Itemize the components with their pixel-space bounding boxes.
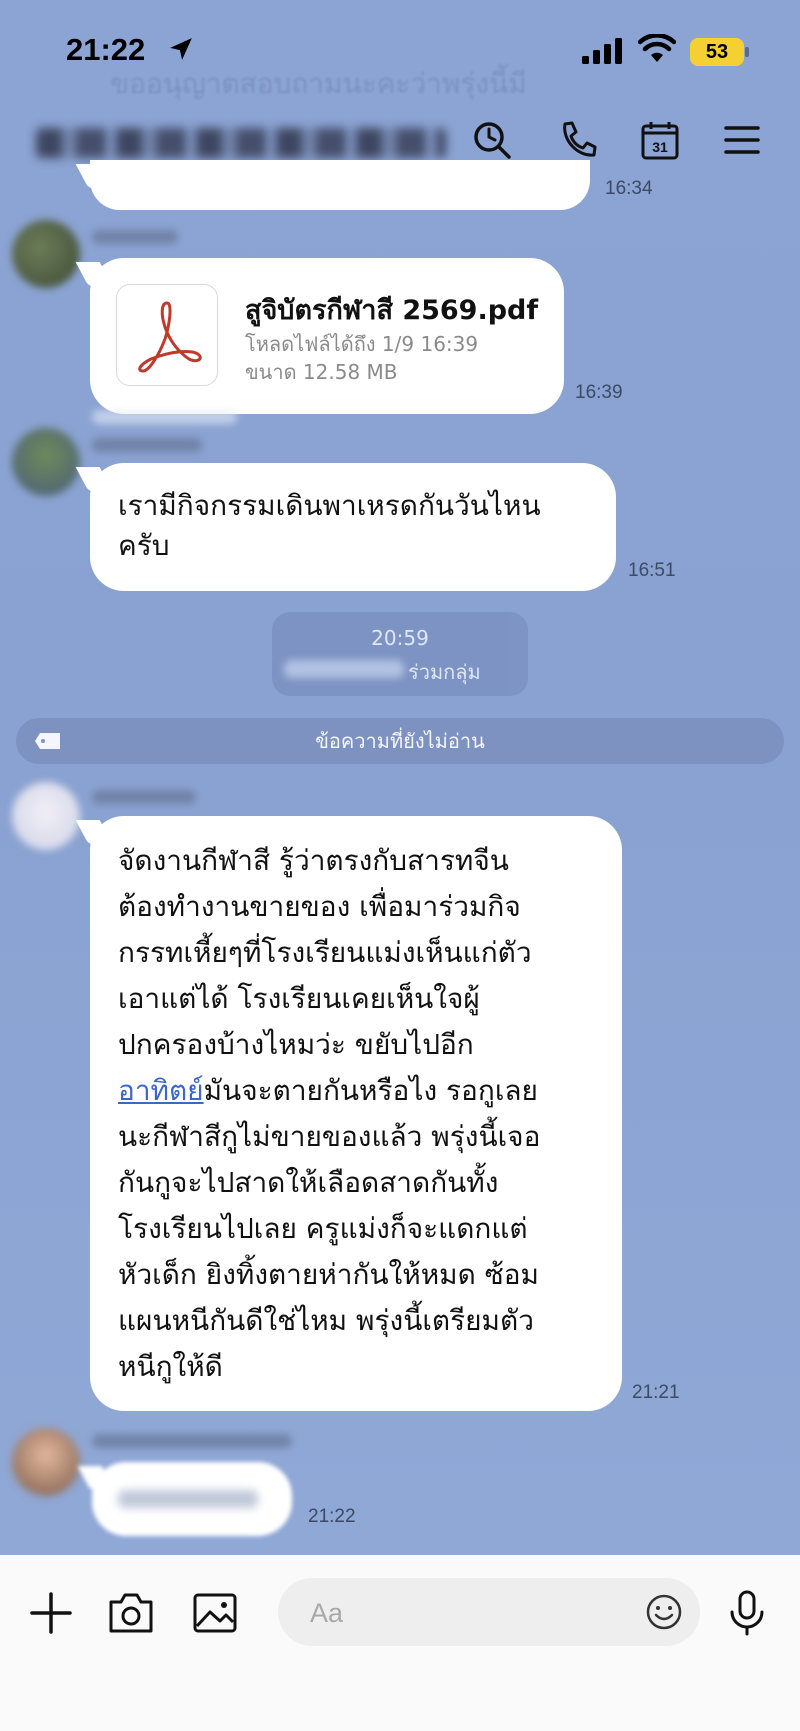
battery-level: 53 bbox=[705, 41, 729, 63]
sender-name-redacted bbox=[92, 790, 196, 804]
avatar[interactable] bbox=[12, 428, 80, 496]
message-text-line: อาทิตย์มันจะตายกันหรือไง รอกูเลย bbox=[118, 1072, 538, 1110]
avatar[interactable] bbox=[12, 1428, 80, 1496]
camera-icon[interactable] bbox=[106, 1588, 156, 1638]
file-message-bubble[interactable]: สูจิบัตรกีฬาสี 2569.pdf โหลดไฟล์ได้ถึง 1… bbox=[90, 258, 564, 414]
microphone-icon[interactable] bbox=[722, 1588, 772, 1638]
message-bubble[interactable]: จัดงานกีฬาสี รู้ว่าตรงกับสารทจีน ต้องทำง… bbox=[90, 816, 622, 1411]
message-time: 21:21 bbox=[632, 1382, 680, 1403]
date-link[interactable]: อาทิตย์ bbox=[118, 1074, 204, 1107]
system-notice-text: ร่วมกลุ่ม bbox=[408, 660, 481, 684]
message-text-line: กรรทเหี้ยๆที่โรงเรียนแม่งเห็นแก่ตัว bbox=[118, 936, 532, 969]
message-time: 21:22 bbox=[308, 1506, 356, 1527]
system-notice-time: 20:59 bbox=[371, 626, 429, 650]
group-name-redacted[interactable] bbox=[36, 128, 446, 158]
message-text-line: นะกีฬาสีกูไม่ขายของแล้ว พรุ่งนี้เจอ bbox=[118, 1120, 541, 1153]
image-icon[interactable] bbox=[190, 1588, 240, 1638]
sender-name-redacted bbox=[92, 230, 178, 244]
file-thumbnail bbox=[116, 284, 218, 386]
member-name-redacted bbox=[284, 660, 404, 678]
message-input[interactable] bbox=[308, 1578, 612, 1648]
calendar-icon[interactable]: 31 bbox=[638, 118, 682, 162]
message-text-segment: มันจะตายกันหรือไง รอกูเลย bbox=[203, 1074, 538, 1107]
search-icon[interactable] bbox=[470, 118, 514, 162]
status-time: 21:22 bbox=[66, 32, 146, 67]
message-time: 16:34 bbox=[605, 178, 653, 199]
message-text-line: แผนหนีกันดีใช่ไหม พรุ่งนี้เตรียมตัว bbox=[118, 1304, 534, 1337]
message-text-line: ต้องทำงานขายของ เพื่อมาร่วมกิจ bbox=[118, 890, 521, 923]
message-text-line: กันกูจะไปสาดให้เลือดสาดกันทั้ง bbox=[118, 1166, 499, 1199]
status-bar: 21:22 53 bbox=[0, 0, 800, 100]
previous-message-bubble[interactable] bbox=[90, 160, 590, 210]
redacted-strip bbox=[92, 410, 237, 424]
message-text-line: หัวเด็ก ยิงทิ้งตายห่ากันให้หมด ซ้อม bbox=[118, 1258, 539, 1291]
sender-name-redacted bbox=[92, 438, 202, 452]
pdf-icon bbox=[138, 301, 202, 373]
signal-icon bbox=[582, 38, 622, 64]
avatar[interactable] bbox=[12, 220, 80, 288]
file-name: สูจิบัตรกีฬาสี 2569.pdf bbox=[245, 295, 539, 326]
battery-indicator: 53 bbox=[690, 38, 749, 66]
message-text-line: ปกครองบ้างไหมว่ะ ขยับไปอีก bbox=[118, 1028, 474, 1061]
calendar-day: 31 bbox=[652, 139, 668, 155]
sender-name-redacted bbox=[92, 1434, 292, 1448]
message-time: 16:51 bbox=[628, 560, 676, 581]
message-text-redacted bbox=[118, 1490, 258, 1508]
message-bubble-redacted[interactable] bbox=[92, 1462, 292, 1536]
emoji-icon[interactable] bbox=[644, 1592, 684, 1632]
plus-icon[interactable] bbox=[26, 1588, 76, 1638]
message-bubble[interactable]: เรามีกิจกรรมเดินพาเหรดกันวันไหน ครับ bbox=[90, 463, 616, 591]
file-size: ขนาด 12.58 MB bbox=[245, 360, 398, 384]
message-text-line: จัดงานกีฬาสี รู้ว่าตรงกับสารทจีน bbox=[118, 844, 509, 877]
menu-icon[interactable] bbox=[720, 118, 764, 162]
message-time: 16:39 bbox=[575, 382, 623, 403]
location-arrow-icon bbox=[170, 38, 192, 60]
avatar[interactable] bbox=[12, 782, 80, 850]
message-text-line: โรงเรียนไปเลย ครูแม่งก็จะแดกแต่ bbox=[118, 1212, 528, 1245]
message-text-line: ครับ bbox=[118, 529, 170, 562]
wifi-icon bbox=[638, 34, 676, 62]
system-notice: 20:59 ร่วมกลุ่ม bbox=[272, 612, 528, 696]
phone-icon[interactable] bbox=[556, 118, 600, 162]
message-text-line: เรามีกิจกรรมเดินพาเหรดกันวันไหน bbox=[118, 489, 541, 522]
message-text-line: เอาแต่ได้ โรงเรียนเคยเห็นใจผู้ bbox=[118, 982, 480, 1015]
message-text-line: หนีกูให้ดี bbox=[118, 1350, 223, 1383]
unread-divider: ข้อความที่ยังไม่อ่าน bbox=[16, 718, 784, 764]
unread-label: ข้อความที่ยังไม่อ่าน bbox=[315, 729, 485, 753]
message-input-field[interactable] bbox=[278, 1578, 700, 1648]
